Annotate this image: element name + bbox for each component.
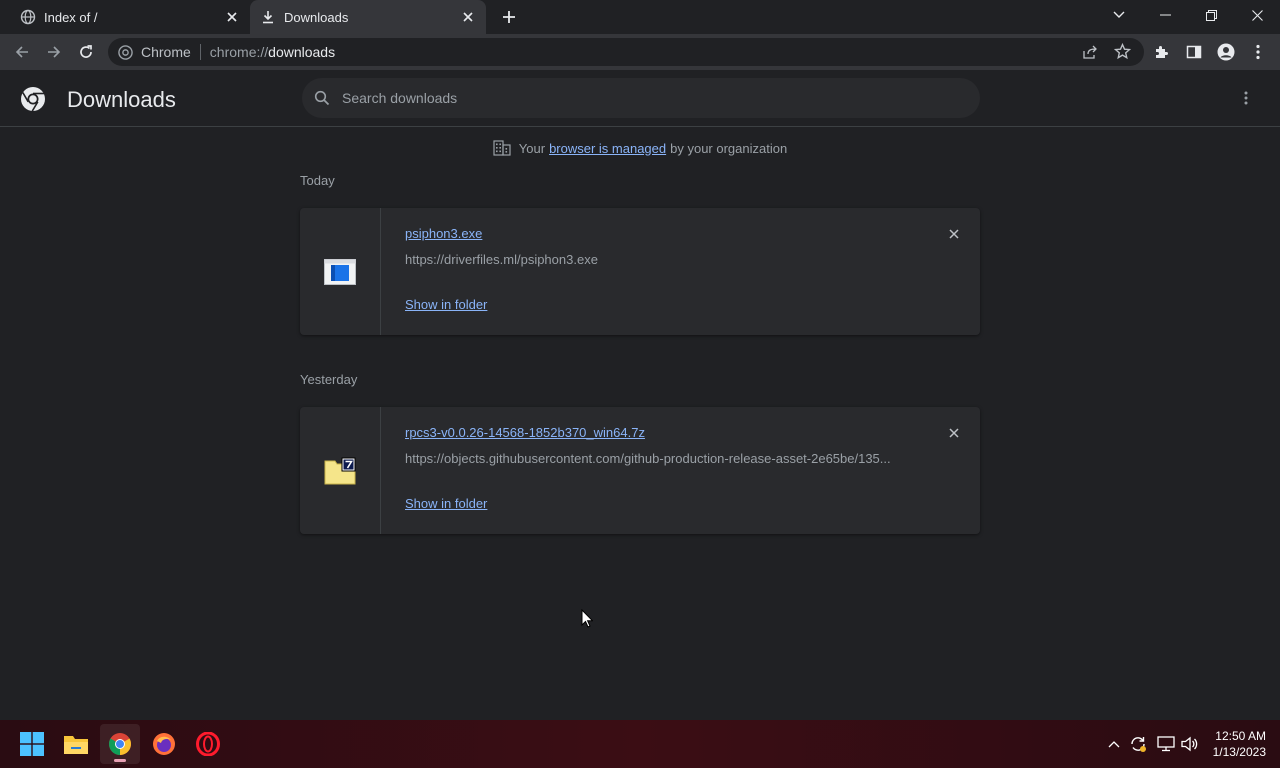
managed-suffix: by your organization <box>670 140 788 156</box>
omnibox-divider <box>199 44 201 60</box>
tab-index-of[interactable]: Index of / <box>0 0 248 34</box>
close-tab-icon[interactable] <box>224 9 240 25</box>
close-tab-icon[interactable] <box>460 9 476 25</box>
start-button[interactable] <box>12 724 52 764</box>
taskbar-opera[interactable] <box>188 724 228 764</box>
restore-button[interactable] <box>1188 0 1234 30</box>
search-icon <box>314 90 330 106</box>
taskbar-chrome[interactable] <box>100 724 140 764</box>
taskbar-file-explorer[interactable] <box>56 724 96 764</box>
tab-search-button[interactable] <box>1096 0 1142 30</box>
download-item: rpcs3-v0.0.26-14568-1852b370_win64.7z ht… <box>300 407 980 534</box>
managed-prefix: Your <box>518 140 546 156</box>
tab-downloads[interactable]: Downloads <box>250 0 486 34</box>
building-icon <box>493 140 511 156</box>
browser-managed-link[interactable]: browser is managed <box>549 141 666 156</box>
taskbar-firefox[interactable] <box>144 724 184 764</box>
globe-icon <box>20 9 36 25</box>
new-tab-button[interactable] <box>500 8 518 26</box>
section-label-today: Today <box>300 173 335 188</box>
section-label-yesterday: Yesterday <box>300 372 358 387</box>
side-panel-icon[interactable] <box>1182 40 1206 64</box>
file-icon-column <box>300 407 381 534</box>
tab-strip: Index of / Downloads <box>0 0 1280 34</box>
chrome-menu-icon[interactable] <box>1246 40 1270 64</box>
firefox-icon <box>153 733 175 755</box>
page-title: Downloads <box>67 87 176 112</box>
download-icon <box>260 9 276 25</box>
exe-file-icon <box>324 258 356 285</box>
download-source-url[interactable]: https://driverfiles.ml/psiphon3.exe <box>405 252 598 267</box>
opera-icon <box>196 732 220 756</box>
forward-button[interactable] <box>42 40 66 64</box>
more-actions-icon[interactable] <box>1236 88 1256 108</box>
show-in-folder-link[interactable]: Show in folder <box>405 297 487 312</box>
folder-icon <box>64 736 88 754</box>
search-downloads-input[interactable] <box>340 89 944 107</box>
active-app-indicator <box>114 759 126 762</box>
sync-icon[interactable] <box>1128 734 1148 754</box>
taskbar: 12:50 AM 1/13/2023 <box>0 720 1280 768</box>
download-source-url[interactable]: https://objects.githubusercontent.com/gi… <box>405 451 891 466</box>
bookmark-star-icon[interactable] <box>1113 42 1132 63</box>
profile-avatar-icon[interactable] <box>1214 40 1238 64</box>
close-icon <box>949 428 959 438</box>
close-icon <box>949 229 959 239</box>
remove-download-button[interactable] <box>944 423 964 443</box>
minimize-button[interactable] <box>1142 0 1188 30</box>
show-hidden-icons-chevron-icon[interactable] <box>1104 734 1124 754</box>
system-clock[interactable]: 12:50 AM 1/13/2023 <box>1206 728 1266 760</box>
chrome-icon <box>109 733 131 755</box>
url-text: chrome://downloads <box>209 44 336 60</box>
extensions-puzzle-icon[interactable] <box>1150 40 1174 64</box>
tab-title: Downloads <box>284 9 349 25</box>
address-bar[interactable]: Chrome chrome://downloads <box>108 38 1144 66</box>
search-box[interactable] <box>302 78 980 118</box>
show-in-folder-link[interactable]: Show in folder <box>405 496 487 511</box>
windows-logo-icon <box>20 732 44 756</box>
network-icon[interactable] <box>1156 734 1176 754</box>
file-icon-column <box>300 208 381 335</box>
remove-download-button[interactable] <box>944 224 964 244</box>
reload-button[interactable] <box>74 40 98 64</box>
volume-icon[interactable] <box>1180 734 1200 754</box>
site-chip[interactable]: Chrome <box>118 44 191 60</box>
clock-date: 1/13/2023 <box>1212 745 1266 759</box>
mouse-cursor-icon <box>581 609 593 628</box>
download-filename-link[interactable]: rpcs3-v0.0.26-14568-1852b370_win64.7z <box>405 425 645 440</box>
close-window-button[interactable] <box>1234 0 1280 30</box>
download-filename-link[interactable]: psiphon3.exe <box>405 226 482 241</box>
7z-archive-icon <box>324 457 356 484</box>
managed-notice: Your browser is managed by your organiza… <box>0 140 1280 156</box>
clock-time: 12:50 AM <box>1215 729 1266 743</box>
site-chip-label: Chrome <box>141 44 191 60</box>
downloads-header: Downloads <box>0 70 1280 127</box>
chrome-icon <box>118 44 133 60</box>
chrome-logo-icon <box>21 87 45 112</box>
browser-toolbar: Chrome chrome://downloads <box>0 34 1280 70</box>
back-button[interactable] <box>10 40 34 64</box>
tab-title: Index of / <box>44 9 98 25</box>
share-icon[interactable] <box>1082 44 1098 63</box>
download-item: psiphon3.exe https://driverfiles.ml/psip… <box>300 208 980 335</box>
